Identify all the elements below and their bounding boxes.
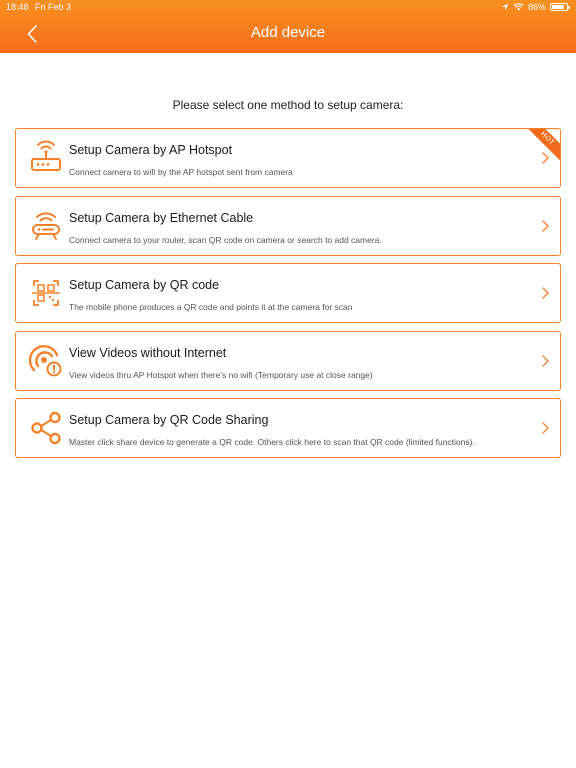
status-indicators: 86% xyxy=(501,0,570,14)
share-icon xyxy=(31,411,61,445)
chevron-right-icon xyxy=(542,422,549,434)
location-icon xyxy=(501,3,509,11)
method-list: Setup Camera by AP Hotspot Connect camer… xyxy=(15,128,561,466)
method-qr-code[interactable]: Setup Camera by QR code The mobile phone… xyxy=(15,263,561,323)
chevron-right-icon xyxy=(542,287,549,299)
router-icon xyxy=(31,140,61,171)
wifi-icon xyxy=(513,3,524,11)
chevron-right-icon xyxy=(542,354,549,367)
method-view-offline[interactable]: View Videos without Internet View videos… xyxy=(15,330,561,391)
method-description: Connect camera to your router, scan QR c… xyxy=(69,234,382,245)
chevron-right-icon xyxy=(542,219,549,232)
method-title: Setup Camera by AP Hotspot xyxy=(69,143,233,157)
status-date: Fri Feb 3 xyxy=(35,2,72,12)
method-ap-hotspot[interactable]: Setup Camera by AP Hotspot Connect camer… xyxy=(15,128,561,188)
battery-icon xyxy=(550,3,570,11)
method-title: Setup Camera by Ethernet Cable xyxy=(69,210,254,225)
method-description: The mobile phone produces a QR code and … xyxy=(69,302,353,312)
status-time: 18:48 xyxy=(6,2,29,12)
header-bar: 18:48 Fri Feb 3 86% Add device xyxy=(0,0,576,53)
offline-signal-icon xyxy=(28,344,62,376)
method-description: View videos thru AP Hotspot when there's… xyxy=(69,369,373,380)
method-description: Master click share device to generate a … xyxy=(69,437,475,447)
ethernet-icon xyxy=(32,211,60,240)
method-qr-sharing[interactable]: Setup Camera by QR Code Sharing Master c… xyxy=(15,398,561,458)
status-bar: 18:48 Fri Feb 3 86% xyxy=(0,0,576,14)
chevron-right-icon xyxy=(542,152,549,164)
page-title: Add device xyxy=(250,24,326,41)
method-title: Setup Camera by QR Code Sharing xyxy=(69,413,269,427)
method-description: Connect camera to wifi by the AP hotspot… xyxy=(69,167,293,177)
qr-scan-icon xyxy=(32,280,60,306)
method-title: Setup Camera by QR code xyxy=(69,278,220,292)
battery-percent: 86% xyxy=(527,2,546,12)
method-ethernet-cable[interactable]: Setup Camera by Ethernet Cable Connect c… xyxy=(15,195,561,256)
method-title: View Videos without Internet xyxy=(69,345,227,360)
instruction-text: Please select one method to setup camera… xyxy=(172,98,404,112)
